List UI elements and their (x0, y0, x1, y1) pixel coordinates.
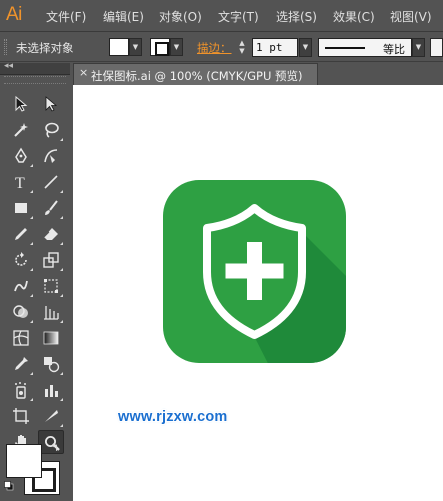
app-logo: Ai (6, 4, 22, 25)
pen-tool-icon[interactable] (8, 144, 34, 168)
eraser-tool-icon[interactable] (38, 222, 64, 246)
stroke-profile-select[interactable]: 等比 (318, 38, 412, 57)
close-tab-icon[interactable]: × (79, 66, 88, 79)
default-colors-icon[interactable] (4, 481, 14, 491)
warp-tool-icon[interactable] (8, 274, 34, 298)
curvature-pen-tool-icon[interactable] (38, 144, 64, 168)
menu-type[interactable]: 文字(T) (218, 8, 259, 25)
menu-edit[interactable]: 编辑(E) (103, 8, 144, 25)
eyedropper-tool-icon[interactable] (8, 352, 34, 376)
mesh-tool-icon[interactable] (8, 326, 34, 350)
stroke-profile-label: 等比 (383, 43, 405, 56)
fill-stroke-widget: ↰ (4, 441, 66, 497)
artboard-tool-icon[interactable] (8, 404, 34, 428)
stroke-line-sample (325, 47, 365, 49)
tools-panel-header: ◂◂ (0, 61, 70, 75)
document-tab-title: 社保图标.ai @ 100% (CMYK/GPU 预览) (91, 69, 303, 83)
line-segment-tool-icon[interactable] (38, 170, 64, 194)
gradient-tool-icon[interactable] (38, 326, 64, 350)
scale-tool-icon[interactable] (38, 248, 64, 272)
selection-status: 未选择对象 (16, 41, 74, 55)
menu-view[interactable]: 视图(V) (390, 8, 432, 25)
control-bar-grip[interactable] (4, 39, 7, 55)
artboard-canvas[interactable]: www.rjzxw.com (73, 85, 443, 501)
symbol-sprayer-tool-icon[interactable] (8, 378, 34, 402)
slice-tool-icon[interactable] (38, 404, 64, 428)
free-transform-tool-icon[interactable] (38, 274, 64, 298)
type-tool-glyph: T (15, 175, 25, 191)
pencil-tool-icon[interactable] (8, 222, 34, 246)
direct-selection-tool-icon[interactable] (38, 92, 64, 116)
lasso-tool-icon[interactable] (38, 118, 64, 142)
fill-color-swatch[interactable] (109, 38, 129, 56)
menu-bar: Ai 文件(F) 编辑(E) 对象(O) 文字(T) 选择(S) 效果(C) 视… (0, 0, 443, 32)
document-tab[interactable]: × 社保图标.ai @ 100% (CMYK/GPU 预览) (73, 63, 318, 85)
menu-effect[interactable]: 效果(C) (333, 8, 375, 25)
watermark-text: www.rjzxw.com (118, 409, 228, 425)
menu-file[interactable]: 文件(F) (46, 8, 86, 25)
fill-color-box[interactable] (6, 444, 42, 478)
collapse-panel-icon[interactable]: ◂◂ (4, 61, 13, 71)
plus-horizontal-bar (225, 263, 284, 279)
swap-fill-stroke-icon[interactable]: ↰ (50, 441, 59, 454)
rotate-tool-icon[interactable] (8, 248, 34, 272)
paintbrush-tool-icon[interactable] (38, 196, 64, 220)
type-tool-icon[interactable]: T (8, 170, 34, 194)
column-graph-tool-icon[interactable] (38, 378, 64, 402)
stroke-weight-field[interactable]: 1 pt (252, 38, 298, 57)
control-bar: 未选择对象 ▼ ▼ 描边： ▲ ▼ 1 pt ▼ 等比 ▼ (0, 33, 443, 62)
stroke-color-swatch[interactable] (150, 38, 170, 56)
magic-wand-tool-icon[interactable] (8, 118, 34, 142)
stroke-weight-dropdown[interactable]: ▼ (299, 38, 312, 57)
fill-dropdown-arrow[interactable]: ▼ (129, 38, 142, 56)
tools-panel-grip[interactable] (4, 76, 66, 84)
shield-plus-icon[interactable] (163, 180, 346, 363)
stroke-dropdown-arrow[interactable]: ▼ (170, 38, 183, 56)
brush-definition-field[interactable] (430, 38, 443, 57)
stroke-weight-spinner[interactable]: ▲ ▼ (235, 39, 249, 56)
rectangle-tool-icon[interactable] (8, 196, 34, 220)
menu-object[interactable]: 对象(O) (159, 8, 202, 25)
menu-select[interactable]: 选择(S) (276, 8, 317, 25)
selection-tool-icon[interactable] (8, 92, 34, 116)
shape-builder-tool-icon[interactable] (8, 300, 34, 324)
perspective-grid-tool-icon[interactable] (38, 300, 64, 324)
tools-panel: T ↰ (0, 88, 70, 501)
stroke-profile-dropdown[interactable]: ▼ (412, 38, 425, 57)
stroke-label[interactable]: 描边： (197, 40, 232, 56)
blend-tool-icon[interactable] (38, 352, 64, 376)
